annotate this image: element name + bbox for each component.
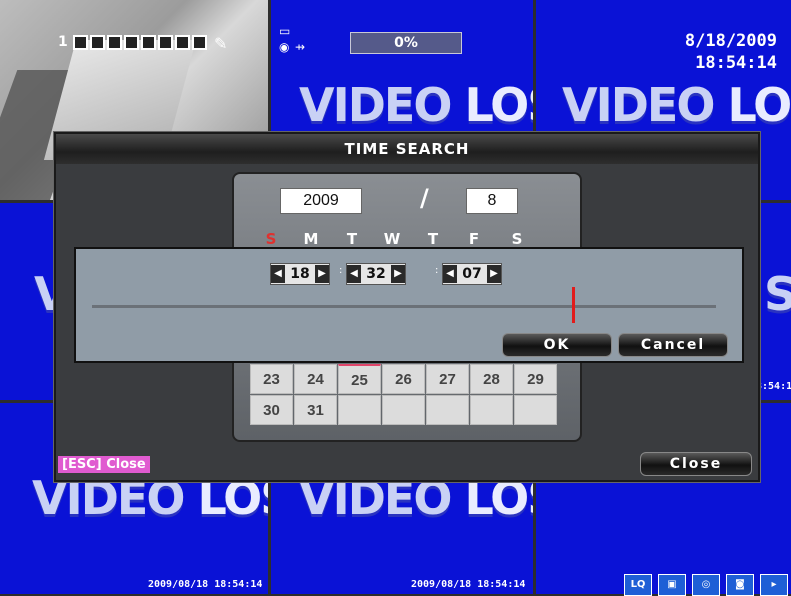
timestamp: 2009/08/18 18:54:14	[148, 579, 263, 590]
time-picker-panel: ◀ 18 ▶ : ◀ 32 ▶ : ◀ 07 ▶ OK Cancel	[74, 247, 744, 363]
esc-close-hint[interactable]: [ESC] Close	[58, 456, 150, 473]
hdd-icon: ▭	[279, 24, 291, 38]
status-square-icon	[72, 34, 88, 50]
calendar-day[interactable]: 27	[426, 364, 469, 394]
video-loss-word: VIDEO	[562, 78, 715, 132]
weekday-sun: S	[265, 230, 277, 248]
calendar-day[interactable]: 23	[250, 364, 293, 394]
video-loss-word: LOSS	[464, 78, 533, 132]
status-square-icon	[123, 34, 139, 50]
dialog-title: TIME SEARCH	[56, 134, 758, 164]
weekday-thu: T	[427, 230, 439, 248]
save-icon[interactable]: ▣	[658, 574, 686, 596]
date-separator: /	[420, 184, 429, 212]
calendar-day-empty	[514, 395, 557, 425]
second-spinner[interactable]: ◀ 07 ▶	[442, 263, 502, 285]
year-field[interactable]: 2009	[280, 188, 362, 214]
calendar-day[interactable]: 24	[294, 364, 337, 394]
calendar-day-empty	[382, 395, 425, 425]
arrow-left-icon[interactable]: ◀	[271, 265, 285, 283]
minute-spinner[interactable]: ◀ 32 ▶	[346, 263, 406, 285]
arrow-right-icon[interactable]: ▶	[315, 265, 329, 283]
calendar-day[interactable]: 31	[294, 395, 337, 425]
calendar-day-selected[interactable]: 25	[338, 364, 381, 394]
channel-number: 1	[58, 34, 68, 50]
arrow-left-icon[interactable]: ◀	[443, 265, 457, 283]
status-square-icon	[140, 34, 156, 50]
arrow-left-icon[interactable]: ◀	[347, 265, 361, 283]
weekday-mon: M	[303, 230, 319, 248]
cancel-button[interactable]: Cancel	[618, 333, 728, 357]
osd-datetime: 8/18/2009 18:54:14	[685, 30, 777, 74]
pencil-icon: ✎	[214, 34, 228, 53]
time-colon: :	[435, 265, 439, 276]
video-loss-text: VIDEO LOSS	[299, 78, 533, 132]
calendar-day[interactable]: 30	[250, 395, 293, 425]
more-icon[interactable]: ▸	[760, 574, 788, 596]
minute-value: 32	[366, 266, 386, 282]
calendar-day[interactable]: 26	[382, 364, 425, 394]
hour-value: 18	[290, 266, 310, 282]
video-loss-word: VIDEO	[299, 78, 452, 132]
weekday-sat: S	[511, 230, 523, 248]
video-loss-word: LOSS	[727, 78, 791, 132]
status-square-icon	[157, 34, 173, 50]
timestamp: 8:54:14	[756, 381, 791, 392]
usb-icon: ⇸	[295, 40, 306, 54]
osd-time: 18:54:14	[695, 53, 777, 73]
status-square-icon	[174, 34, 190, 50]
video-loss-text: S	[764, 267, 791, 321]
time-search-dialog: TIME SEARCH 2009 / 8 S M T W T F S 23 24…	[54, 132, 760, 482]
ok-button[interactable]: OK	[502, 333, 612, 357]
osd-date: 8/18/2009	[684, 31, 777, 51]
timestamp: 2009/08/18 18:54:14	[411, 579, 526, 590]
status-square-icon	[106, 34, 122, 50]
calendar-day[interactable]: 28	[470, 364, 513, 394]
hour-spinner[interactable]: ◀ 18 ▶	[270, 263, 330, 285]
toolbar-tray: LQ ▣ ◎ ◙ ▸	[624, 574, 788, 596]
arrow-right-icon[interactable]: ▶	[391, 265, 405, 283]
progress-bar: 0%	[350, 32, 462, 54]
status-square-icon	[191, 34, 207, 50]
calendar-day-empty	[470, 395, 513, 425]
close-button[interactable]: Close	[640, 452, 752, 476]
video-loss-text: VIDEO LOSS	[562, 78, 791, 132]
disc-icon: ◉	[279, 40, 290, 54]
calendar-day-empty	[426, 395, 469, 425]
month-field[interactable]: 8	[466, 188, 518, 214]
calendar-day-empty	[338, 395, 381, 425]
arrow-right-icon[interactable]: ▶	[487, 265, 501, 283]
weekday-fri: F	[468, 230, 480, 248]
second-value: 07	[462, 266, 482, 282]
camera-icon[interactable]: ◙	[726, 574, 754, 596]
lq-button[interactable]: LQ	[624, 574, 652, 596]
timeline-marker[interactable]	[572, 287, 576, 323]
weekday-tue: T	[346, 230, 358, 248]
weekday-wed: W	[383, 230, 401, 248]
status-square-icon	[89, 34, 105, 50]
calendar-day[interactable]: 29	[514, 364, 557, 394]
timeline-track[interactable]	[92, 305, 716, 308]
channel-indicator: 1	[58, 34, 209, 50]
record-icon[interactable]: ◎	[692, 574, 720, 596]
time-colon: :	[339, 265, 343, 276]
